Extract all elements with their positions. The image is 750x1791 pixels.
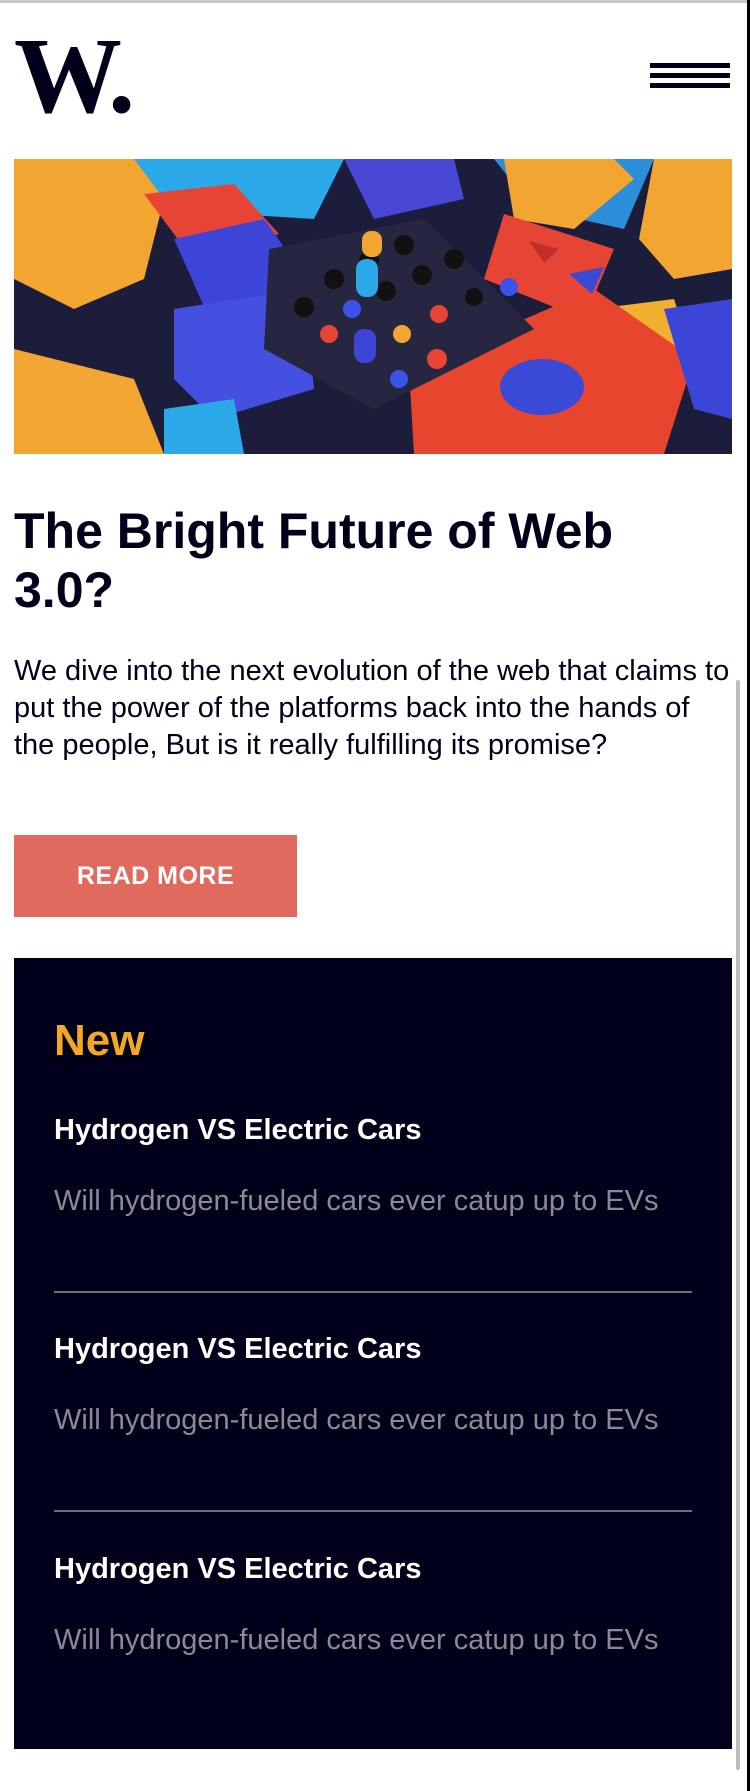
news-item: Hydrogen VS Electric Cars Will hydrogen-… — [54, 1333, 694, 1439]
hero-image — [14, 159, 732, 454]
news-item-title[interactable]: Hydrogen VS Electric Cars — [54, 1114, 694, 1147]
hamburger-menu-icon[interactable] — [650, 58, 734, 98]
news-item-title[interactable]: Hydrogen VS Electric Cars — [54, 1333, 694, 1366]
top-border — [0, 0, 750, 3]
site-header: W. — [14, 32, 734, 124]
read-more-button[interactable]: READ MORE — [14, 835, 297, 917]
logo-text: W. — [14, 32, 131, 124]
news-item: Hydrogen VS Electric Cars Will hydrogen-… — [54, 1553, 694, 1659]
new-section-heading: New — [54, 1016, 145, 1065]
new-section: New Hydrogen VS Electric Cars Will hydro… — [14, 958, 732, 1749]
logo[interactable]: W. — [14, 32, 144, 124]
menu-line — [650, 63, 730, 68]
divider — [54, 1291, 692, 1293]
news-item: Hydrogen VS Electric Cars Will hydrogen-… — [54, 1114, 694, 1220]
news-item-description: Will hydrogen-fueled cars ever catup up … — [54, 1404, 659, 1436]
article-title: The Bright Future of Web 3.0? — [14, 503, 614, 618]
scrollbar[interactable] — [736, 680, 740, 1770]
menu-line — [650, 83, 730, 88]
news-item-description: Will hydrogen-fueled cars ever catup up … — [54, 1185, 659, 1217]
news-item-description: Will hydrogen-fueled cars ever catup up … — [54, 1624, 659, 1656]
news-item-title[interactable]: Hydrogen VS Electric Cars — [54, 1553, 694, 1586]
article-description: We dive into the next evolution of the w… — [14, 655, 730, 761]
menu-line — [650, 73, 730, 78]
divider — [54, 1510, 692, 1512]
